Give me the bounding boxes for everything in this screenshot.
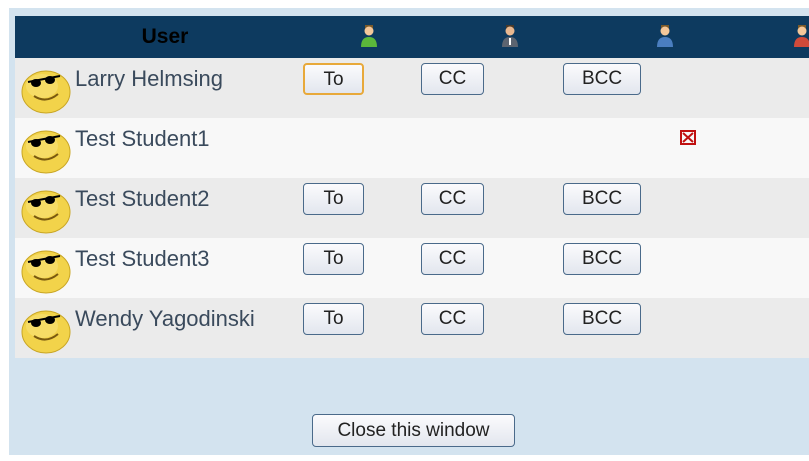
table-row: Wendy Yagodinski To CC BCC — [15, 298, 809, 358]
participant-gray-icon — [502, 25, 518, 47]
participant-green-icon — [361, 25, 377, 47]
table-row: Test Student1 — [15, 118, 809, 178]
smiley-avatar-icon — [21, 250, 71, 294]
cc-button[interactable]: CC — [421, 303, 484, 335]
bcc-button[interactable]: BCC — [563, 183, 641, 215]
cc-button[interactable]: CC — [421, 243, 484, 275]
user-name: Test Student1 — [75, 126, 210, 151]
participant-blue-icon — [657, 25, 673, 47]
user-name: Test Student2 — [75, 186, 210, 211]
table-row: Test Student2 To CC BCC — [15, 178, 809, 238]
smiley-avatar-icon — [21, 130, 71, 174]
red-x-icon — [680, 130, 696, 145]
bcc-button[interactable]: BCC — [563, 243, 641, 275]
to-button[interactable]: To — [303, 63, 364, 95]
table-row: Test Student3 To CC BCC — [15, 238, 809, 298]
bcc-button[interactable]: BCC — [563, 63, 641, 95]
cc-button[interactable]: CC — [421, 183, 484, 215]
to-button[interactable]: To — [303, 303, 364, 335]
table-row: Larry Helmsing To CC BCC — [15, 58, 809, 118]
smiley-avatar-icon — [21, 70, 71, 114]
to-button[interactable]: To — [303, 183, 364, 215]
user-column-header: User — [141, 25, 189, 48]
user-table: User Larry Helmsing To CC BCC Test Stude… — [15, 16, 809, 358]
close-window-button[interactable]: Close this window — [312, 414, 515, 447]
bcc-button[interactable]: BCC — [563, 303, 641, 335]
smiley-avatar-icon — [21, 310, 71, 354]
user-name: Larry Helmsing — [75, 66, 223, 91]
participant-red-icon — [794, 25, 809, 47]
to-button[interactable]: To — [303, 243, 364, 275]
smiley-avatar-icon — [21, 190, 71, 234]
recipient-dialog: User Larry Helmsing To CC BCC Test Stude… — [9, 8, 809, 455]
table-header: User — [15, 16, 809, 58]
cc-button[interactable]: CC — [421, 63, 484, 95]
user-name: Wendy Yagodinski — [75, 306, 255, 331]
user-name: Test Student3 — [75, 246, 210, 271]
